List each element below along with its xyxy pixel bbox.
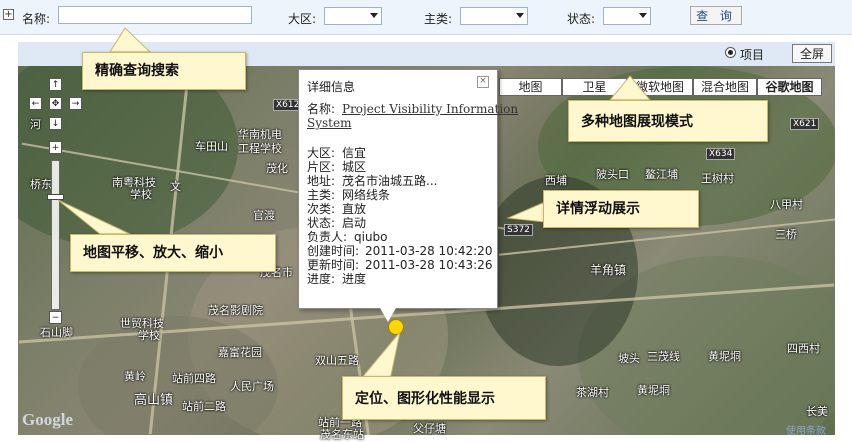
google-logo: Google bbox=[22, 410, 73, 429]
terms-link[interactable]: 使用条款 bbox=[786, 422, 826, 437]
callout-pan-zoom: 地图平移、放大、缩小 bbox=[70, 234, 276, 272]
callout-details: 详情浮动展示 bbox=[543, 190, 699, 228]
callout-search: 精确查询搜索 bbox=[82, 52, 246, 90]
callout-locate: 定位、图形化性能显示 bbox=[342, 376, 546, 420]
callout-map-modes: 多种地图展现模式 bbox=[568, 100, 768, 142]
